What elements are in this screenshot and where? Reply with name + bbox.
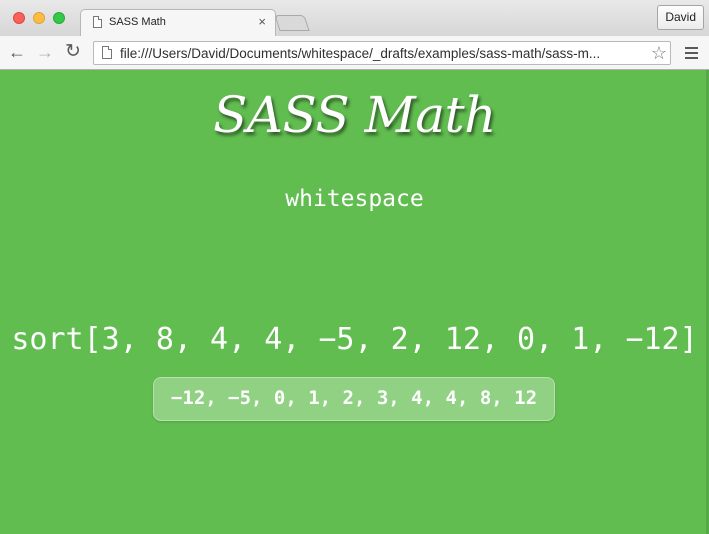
window-minimize-button[interactable] (33, 12, 45, 24)
browser-toolbar: ← → ↻ ☆ (0, 36, 709, 70)
browser-window: SASS Math × David ← → ↻ ☆ SASS Math whit… (0, 0, 709, 534)
document-icon (93, 16, 102, 28)
bookmark-star-icon[interactable]: ☆ (651, 42, 667, 64)
page-subtitle: whitespace (285, 186, 424, 212)
page-title: SASS Math (213, 86, 496, 144)
back-arrow-icon[interactable]: ← (6, 40, 28, 64)
reload-icon[interactable]: ↻ (62, 40, 84, 64)
tab-close-icon[interactable]: × (258, 14, 266, 29)
tab-sass-math[interactable]: SASS Math × (80, 9, 276, 37)
sort-expression: sort[3, 8, 4, 4, −5, 2, 12, 0, 1, −12] (11, 322, 698, 357)
hamburger-menu-icon[interactable] (685, 47, 698, 59)
window-close-button[interactable] (13, 12, 25, 24)
forward-arrow-icon[interactable]: → (34, 40, 56, 64)
address-bar[interactable]: ☆ (93, 41, 671, 65)
tab-strip: SASS Math × David (0, 0, 709, 37)
new-tab-button[interactable] (274, 15, 310, 31)
tab-title: SASS Math (109, 16, 166, 28)
sorted-result: −12, −5, 0, 1, 2, 3, 4, 4, 8, 12 (170, 387, 538, 409)
window-maximize-button[interactable] (53, 12, 65, 24)
page-icon (102, 46, 112, 59)
address-input[interactable] (120, 44, 646, 62)
result-box: −12, −5, 0, 1, 2, 3, 4, 4, 8, 12 (153, 377, 555, 421)
profile-button[interactable]: David (657, 5, 704, 30)
page-content: SASS Math whitespace sort[3, 8, 4, 4, −5… (0, 70, 709, 534)
